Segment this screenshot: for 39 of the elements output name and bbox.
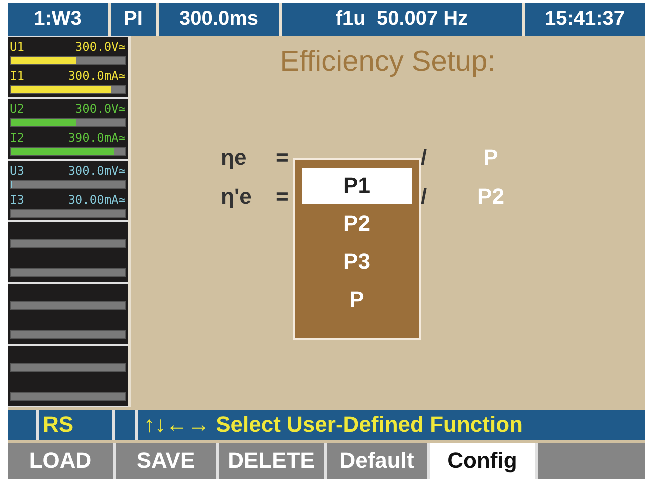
efficiency-symbol: η'e — [221, 184, 253, 210]
dropdown-option[interactable]: P2 — [302, 206, 412, 242]
page-title: Efficiency Setup: — [280, 46, 496, 79]
channel-name: I3 — [10, 192, 24, 208]
status-message: ↑↓←→ Select User-Defined Function — [138, 410, 645, 440]
channel-value: 300.0V≃ — [75, 40, 126, 55]
channel-name: I2 — [10, 130, 24, 146]
softkey[interactable]: SAVE — [116, 443, 216, 479]
channel-name: U2 — [10, 102, 24, 117]
header-field: f1u 50.007 Hz — [282, 3, 522, 36]
denominator: P — [482, 145, 500, 171]
dropdown-option[interactable]: P3 — [302, 244, 412, 280]
header-field: 300.0ms — [159, 3, 279, 36]
dropdown-option[interactable]: P1 — [302, 168, 412, 204]
equals-sign: = — [276, 184, 290, 210]
softkey[interactable]: DELETE — [219, 443, 324, 479]
channel-value: 300.0mA≃ — [68, 68, 126, 84]
dropdown-option[interactable]: P — [302, 282, 412, 318]
equals-sign: = — [276, 145, 290, 171]
softkey[interactable]: Default — [327, 443, 427, 479]
softkey[interactable]: LOAD — [8, 443, 113, 479]
channel-name: U1 — [10, 40, 24, 55]
header-field: PI — [111, 3, 156, 36]
channel-name: I1 — [10, 68, 24, 84]
status-cell — [8, 410, 36, 440]
division-slash: / — [421, 184, 428, 210]
division-slash: / — [421, 145, 428, 171]
header-field: 1:W3 — [8, 3, 108, 36]
softkey[interactable]: Config — [430, 443, 535, 479]
denominator: P2 — [476, 184, 506, 210]
efficiency-symbol: ηe — [221, 145, 248, 171]
channel-name: U3 — [10, 164, 24, 179]
channel-value: 390.0mA≃ — [68, 130, 126, 146]
channel-value: 30.00mA≃ — [68, 192, 126, 208]
header-field: 15:41:37 — [525, 3, 645, 36]
mode-indicator: RS — [39, 410, 112, 440]
channel-value: 300.0mV≃ — [68, 164, 126, 179]
channel-value: 300.0V≃ — [75, 102, 126, 117]
status-cell — [115, 410, 135, 440]
